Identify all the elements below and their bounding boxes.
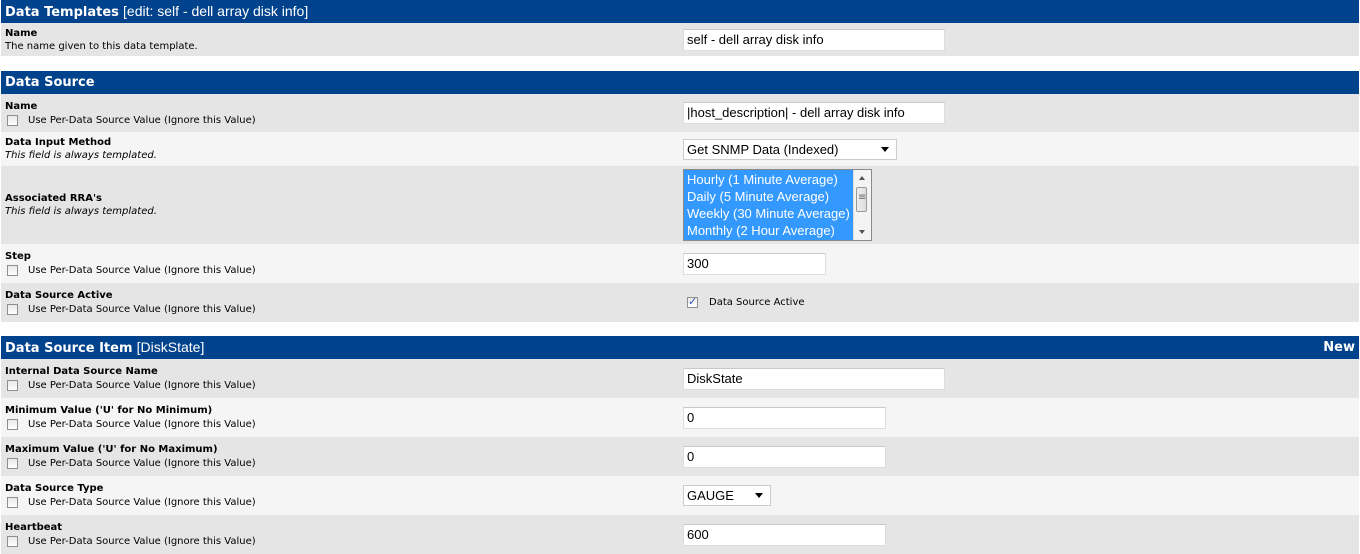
field-label: Internal Data Source Name <box>5 366 158 377</box>
checkbox-label: Use Per-Data Source Value (Ignore this V… <box>28 380 256 391</box>
field-description: This field is always templated. <box>5 150 157 161</box>
new-link[interactable]: New <box>1323 336 1355 359</box>
field-label: Maximum Value ('U' for No Maximum) <box>5 444 218 455</box>
checkbox-label: Data Source Active <box>709 297 805 308</box>
field-label: Heartbeat <box>5 522 63 533</box>
step-input[interactable]: 300 <box>683 252 826 275</box>
field-label: Data Source Type <box>5 483 104 494</box>
field-description: The name given to this data template. <box>5 40 198 52</box>
checkbox-label: Use Per-Data Source Value (Ignore this V… <box>28 458 256 469</box>
field-label: Associated RRA's <box>5 193 102 204</box>
section-title: Data Source <box>5 75 95 90</box>
ds-name-input[interactable]: |host_description| - dell array disk inf… <box>683 102 945 124</box>
data-source-header: Data Source <box>1 71 1359 94</box>
rra-option[interactable]: Daily (5 Minute Average) <box>687 188 850 205</box>
step-row: Step Use Per-Data Source Value (Ignore t… <box>1 244 1359 283</box>
section-title: Data Templates <box>5 5 119 20</box>
ds-type-select[interactable]: GAUGE <box>683 485 771 506</box>
max-value-input[interactable]: 0 <box>683 445 886 468</box>
per-ds-checkbox[interactable] <box>7 458 18 469</box>
field-label: Minimum Value ('U' for No Minimum) <box>5 405 213 416</box>
select-value: Get SNMP Data (Indexed) <box>687 141 839 157</box>
listbox-scrollbar[interactable] <box>853 170 871 240</box>
input-method-row: Data Input Method This field is always t… <box>1 132 1359 166</box>
per-ds-checkbox[interactable] <box>7 497 18 508</box>
data-templates-header: Data Templates [edit: self - dell array … <box>1 0 1359 23</box>
per-ds-checkbox[interactable] <box>7 419 18 430</box>
template-name-input[interactable]: self - dell array disk info <box>683 28 945 51</box>
section-subtitle: [edit: self - dell array disk info] <box>123 3 309 19</box>
rra-option[interactable]: Monthly (2 Hour Average) <box>687 222 850 239</box>
heartbeat-input[interactable]: 600 <box>683 523 886 546</box>
template-name-row: Name The name given to this data templat… <box>1 23 1359 56</box>
heartbeat-row: Heartbeat Use Per-Data Source Value (Ign… <box>1 515 1359 554</box>
checkbox-label: Use Per-Data Source Value (Ignore this V… <box>28 419 256 430</box>
checkbox-label: Use Per-Data Source Value (Ignore this V… <box>28 114 256 126</box>
per-ds-checkbox[interactable] <box>7 380 18 391</box>
min-value-input[interactable]: 0 <box>683 406 886 429</box>
chevron-down-icon <box>881 146 889 152</box>
ds-name-row: Name Use Per-Data Source Value (Ignore t… <box>1 94 1359 132</box>
checkbox-label: Use Per-Data Source Value (Ignore this V… <box>28 497 256 508</box>
scroll-thumb[interactable] <box>856 187 867 212</box>
per-ds-checkbox[interactable] <box>7 265 18 276</box>
field-label: Name <box>5 27 38 39</box>
scroll-up-icon[interactable] <box>859 176 865 180</box>
field-label: Name <box>5 100 38 112</box>
field-label: Data Input Method <box>5 137 112 148</box>
data-template-form: Data Templates [edit: self - dell array … <box>1 0 1359 554</box>
section-subtitle: [DiskState] <box>136 339 205 355</box>
field-description: This field is always templated. <box>5 206 157 217</box>
internal-name-row: Internal Data Source Name Use Per-Data S… <box>1 359 1359 398</box>
rras-row: Associated RRA's This field is always te… <box>1 166 1359 244</box>
section-title: Data Source Item <box>5 341 133 356</box>
rras-listbox[interactable]: Hourly (1 Minute Average) Daily (5 Minut… <box>683 169 872 241</box>
per-ds-checkbox[interactable] <box>7 114 18 126</box>
min-value-row: Minimum Value ('U' for No Minimum) Use P… <box>1 398 1359 437</box>
checkbox-label: Use Per-Data Source Value (Ignore this V… <box>28 265 256 276</box>
scroll-down-icon[interactable] <box>859 230 865 234</box>
select-value: GAUGE <box>687 488 734 503</box>
ds-item-header: Data Source Item [DiskState] New <box>1 336 1359 359</box>
field-label: Step <box>5 251 31 262</box>
per-ds-checkbox[interactable] <box>7 304 18 315</box>
input-method-select[interactable]: Get SNMP Data (Indexed) <box>683 138 897 160</box>
internal-name-input[interactable]: DiskState <box>683 367 945 390</box>
ds-type-row: Data Source Type Use Per-Data Source Val… <box>1 476 1359 515</box>
field-label: Data Source Active <box>5 290 113 301</box>
rra-option[interactable]: Weekly (30 Minute Average) <box>687 205 850 222</box>
rra-option[interactable]: Hourly (1 Minute Average) <box>687 171 850 188</box>
per-ds-checkbox[interactable] <box>7 536 18 547</box>
max-value-row: Maximum Value ('U' for No Maximum) Use P… <box>1 437 1359 476</box>
checkbox-label: Use Per-Data Source Value (Ignore this V… <box>28 536 256 547</box>
ds-active-checkbox[interactable] <box>687 295 698 308</box>
active-row: Data Source Active Use Per-Data Source V… <box>1 283 1359 322</box>
chevron-down-icon <box>755 493 763 498</box>
checkbox-label: Use Per-Data Source Value (Ignore this V… <box>28 304 256 315</box>
